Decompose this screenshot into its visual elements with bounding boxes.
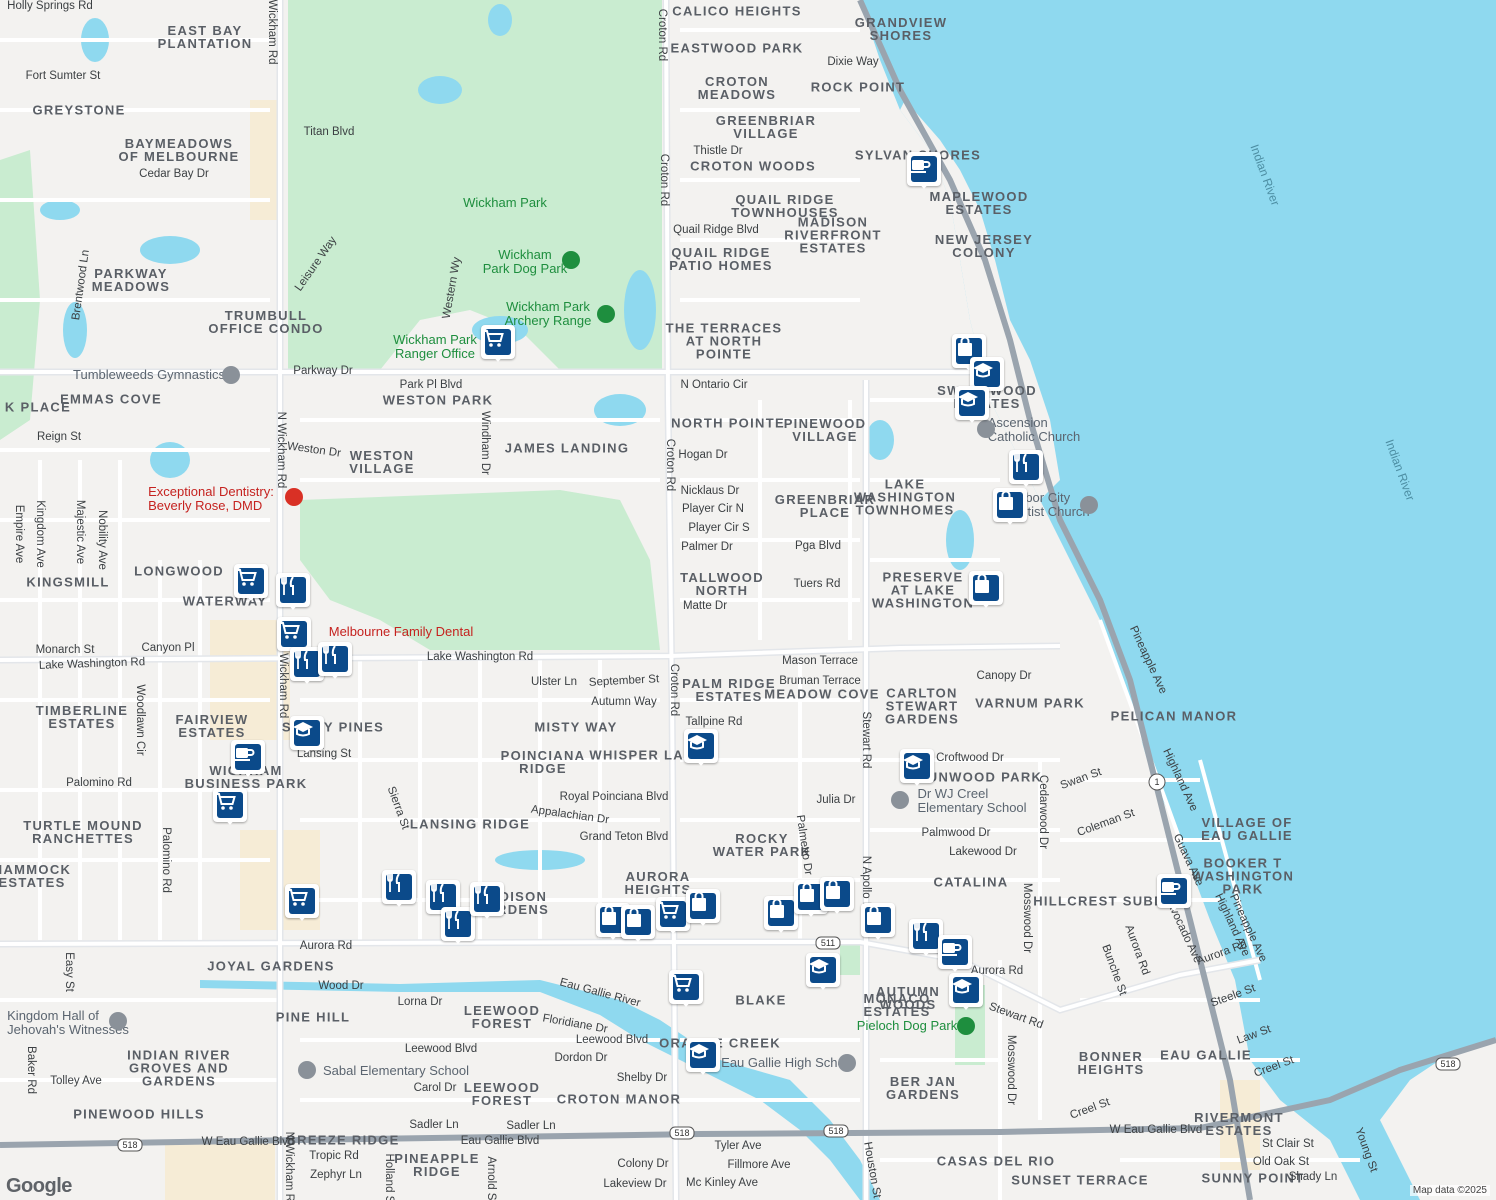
shopping-bag-marker[interactable] bbox=[861, 903, 895, 940]
place-dot-icon[interactable] bbox=[285, 488, 303, 506]
restaurant-marker[interactable] bbox=[470, 882, 504, 919]
restaurant-marker[interactable] bbox=[276, 573, 310, 610]
place-dot-icon[interactable] bbox=[597, 305, 615, 323]
shopping-bag-marker[interactable] bbox=[621, 905, 655, 942]
place-dot-icon[interactable] bbox=[891, 791, 909, 809]
cafe-marker[interactable] bbox=[231, 740, 265, 777]
shopping-cart-marker[interactable] bbox=[669, 970, 703, 1007]
restaurant-marker[interactable] bbox=[382, 870, 416, 907]
shopping-bag-marker[interactable] bbox=[686, 889, 720, 926]
map-attribution[interactable]: Map data ©2025 bbox=[1409, 1185, 1490, 1196]
school-marker[interactable] bbox=[290, 716, 324, 753]
place-dot-icon[interactable] bbox=[298, 1061, 316, 1079]
map-base bbox=[0, 0, 1496, 1200]
cafe-marker[interactable] bbox=[907, 152, 941, 189]
shopping-cart-marker[interactable] bbox=[213, 788, 247, 825]
place-dot-icon[interactable] bbox=[109, 1012, 127, 1030]
shopping-cart-marker[interactable] bbox=[285, 884, 319, 921]
school-marker[interactable] bbox=[684, 729, 718, 766]
shopping-bag-marker[interactable] bbox=[820, 877, 854, 914]
shopping-bag-marker[interactable] bbox=[764, 896, 798, 933]
place-dot-icon[interactable] bbox=[838, 1054, 856, 1072]
google-logo: Google bbox=[6, 1175, 72, 1197]
shopping-bag-marker[interactable] bbox=[993, 488, 1027, 525]
place-dot-icon[interactable] bbox=[977, 420, 995, 438]
place-dot-icon[interactable] bbox=[222, 366, 240, 384]
place-dot-icon[interactable] bbox=[957, 1017, 975, 1035]
restaurant-marker[interactable] bbox=[1009, 450, 1043, 487]
school-marker[interactable] bbox=[955, 386, 989, 423]
place-dot-icon[interactable] bbox=[562, 251, 580, 269]
school-marker[interactable] bbox=[900, 749, 934, 786]
cafe-marker[interactable] bbox=[1157, 874, 1191, 911]
restaurant-marker[interactable] bbox=[318, 642, 352, 679]
shopping-cart-marker[interactable] bbox=[234, 564, 268, 601]
shopping-cart-marker[interactable] bbox=[656, 897, 690, 934]
school-marker[interactable] bbox=[949, 973, 983, 1010]
cafe-marker[interactable] bbox=[938, 935, 972, 972]
map-canvas[interactable]: EAST BAY PLANTATION GREYSTONE BAYMEADOWS OF … bbox=[0, 0, 1496, 1200]
shopping-cart-marker[interactable] bbox=[277, 617, 311, 654]
school-marker[interactable] bbox=[806, 953, 840, 990]
shopping-bag-marker[interactable] bbox=[969, 571, 1003, 608]
shopping-cart-marker[interactable] bbox=[481, 325, 515, 362]
school-marker[interactable] bbox=[686, 1038, 720, 1075]
place-dot-icon[interactable] bbox=[1080, 496, 1098, 514]
